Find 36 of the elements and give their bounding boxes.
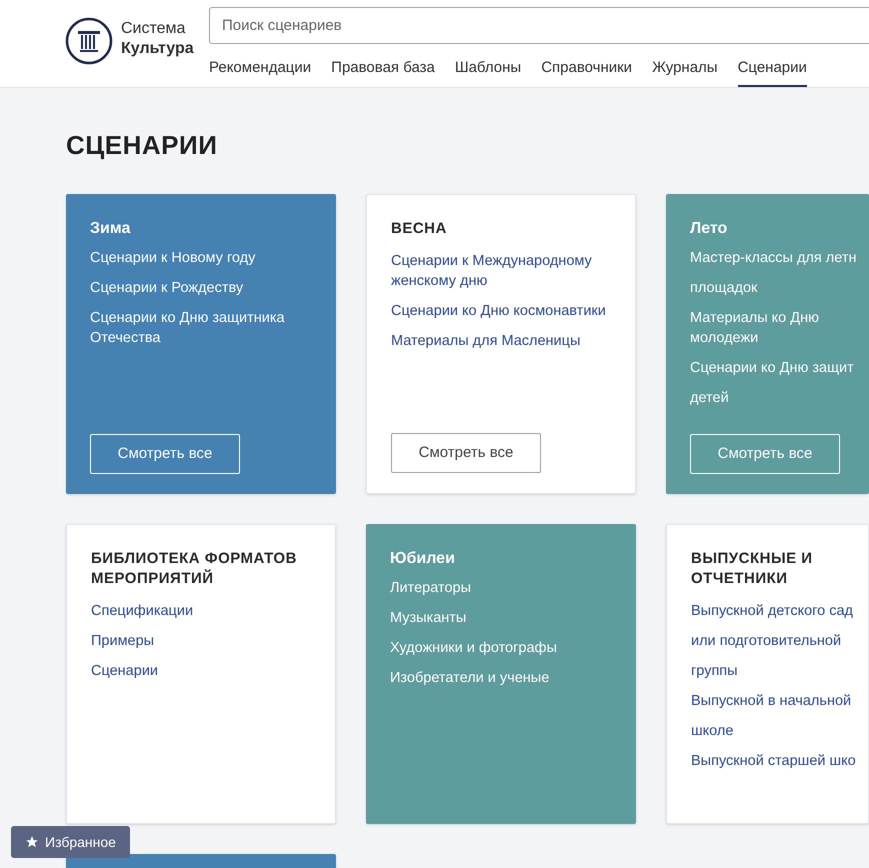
card-link[interactable]: группы — [691, 661, 868, 681]
column-logo-icon — [65, 17, 113, 65]
card-title: ВЕСНА — [391, 219, 448, 239]
card-link[interactable]: школе — [691, 721, 868, 741]
favorites-button[interactable]: Избранное — [11, 826, 130, 858]
card-link[interactable]: Выпускной детского сад — [691, 601, 868, 621]
star-icon — [25, 835, 39, 849]
card-title: Юбилеи — [390, 549, 456, 569]
nav-tab[interactable]: Сценарии — [738, 54, 807, 87]
nav-tab[interactable]: Рекомендации — [209, 54, 312, 87]
card-link[interactable]: Сценарии к Международному женскому дню — [391, 251, 611, 291]
page-title: СЦЕНАРИИ — [66, 129, 218, 162]
card-link[interactable]: Сценарии ко Дню защитника Отечества — [90, 308, 312, 348]
card-title: Лето — [690, 219, 728, 239]
nav-tab[interactable]: Правовая база — [331, 54, 435, 87]
card-link[interactable]: Выпускной в начальной — [691, 691, 868, 711]
card-link[interactable]: Сценарии ко Дню космонавтики — [391, 301, 611, 321]
card-link[interactable]: Спецификации — [91, 601, 311, 621]
view-all-button[interactable]: Смотреть все — [391, 433, 541, 473]
search-field[interactable]: Поиск сценариев — [209, 7, 869, 44]
card-link[interactable]: Материалы для Масленицы — [391, 331, 611, 351]
nav-tab[interactable]: Шаблоны — [454, 54, 522, 87]
card-link[interactable]: Сценарии к Новому году — [90, 248, 312, 268]
card-title: Зима — [90, 219, 132, 239]
card-link[interactable]: Выпускной старшей шко — [691, 751, 868, 771]
logo-text: Культура — [121, 39, 194, 59]
card-link[interactable]: или подготовительной — [691, 631, 868, 651]
view-all-button[interactable]: Смотреть все — [90, 434, 240, 474]
card-title: ВЫПУСКНЫЕ И ОТЧЕТНИКИ — [691, 549, 814, 589]
nav-tab[interactable]: Журналы — [652, 54, 718, 87]
nav-tab[interactable]: Справочники — [541, 54, 632, 87]
logo-text: Система — [121, 19, 186, 39]
card-link[interactable]: Сценарии — [91, 661, 311, 681]
card-title: БИБЛИОТЕКА ФОРМАТОВ МЕРОПРИЯТИЙ — [91, 549, 298, 589]
card-link[interactable]: Примеры — [91, 631, 311, 651]
card-link[interactable]: Сценарии к Рождеству — [90, 278, 312, 298]
